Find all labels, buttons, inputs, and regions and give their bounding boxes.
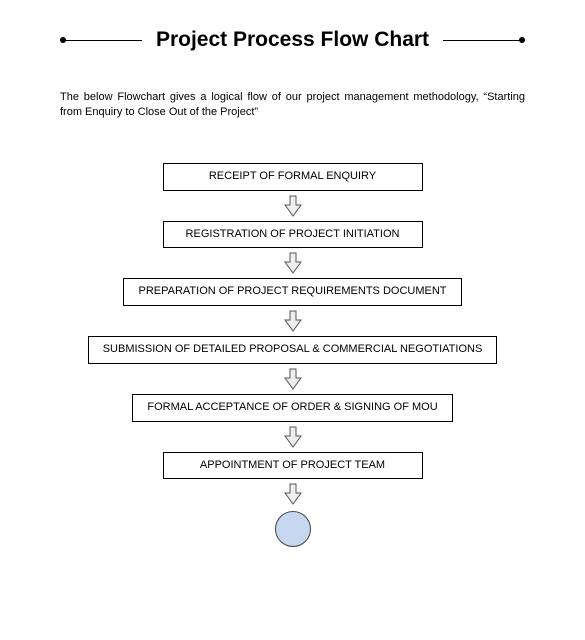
step-box: REGISTRATION OF PROJECT INITIATION — [163, 221, 423, 249]
step-box: APPOINTMENT OF PROJECT TEAM — [163, 452, 423, 480]
arrow-down-icon — [283, 310, 303, 332]
arrow-down-icon — [283, 195, 303, 217]
arrow-down-icon — [283, 252, 303, 274]
step-box: PREPARATION OF PROJECT REQUIREMENTS DOCU… — [123, 278, 461, 306]
arrow-down-icon — [283, 426, 303, 448]
divider-right — [443, 40, 525, 41]
divider-left — [60, 40, 142, 41]
step-box: SUBMISSION OF DETAILED PROPOSAL & COMMER… — [88, 336, 498, 364]
step-box: FORMAL ACCEPTANCE OF ORDER & SIGNING OF … — [132, 394, 452, 422]
document-page: Project Process Flow Chart The below Flo… — [0, 0, 585, 567]
page-title: Project Process Flow Chart — [142, 28, 443, 52]
arrow-down-icon — [283, 368, 303, 390]
title-bar: Project Process Flow Chart — [60, 28, 525, 52]
intro-text: The below Flowchart gives a logical flow… — [60, 90, 525, 121]
arrow-down-icon — [283, 483, 303, 505]
step-box: RECEIPT OF FORMAL ENQUIRY — [163, 163, 423, 191]
terminal-node-icon — [275, 511, 311, 547]
flowchart: RECEIPT OF FORMAL ENQUIRY REGISTRATION O… — [60, 163, 525, 548]
